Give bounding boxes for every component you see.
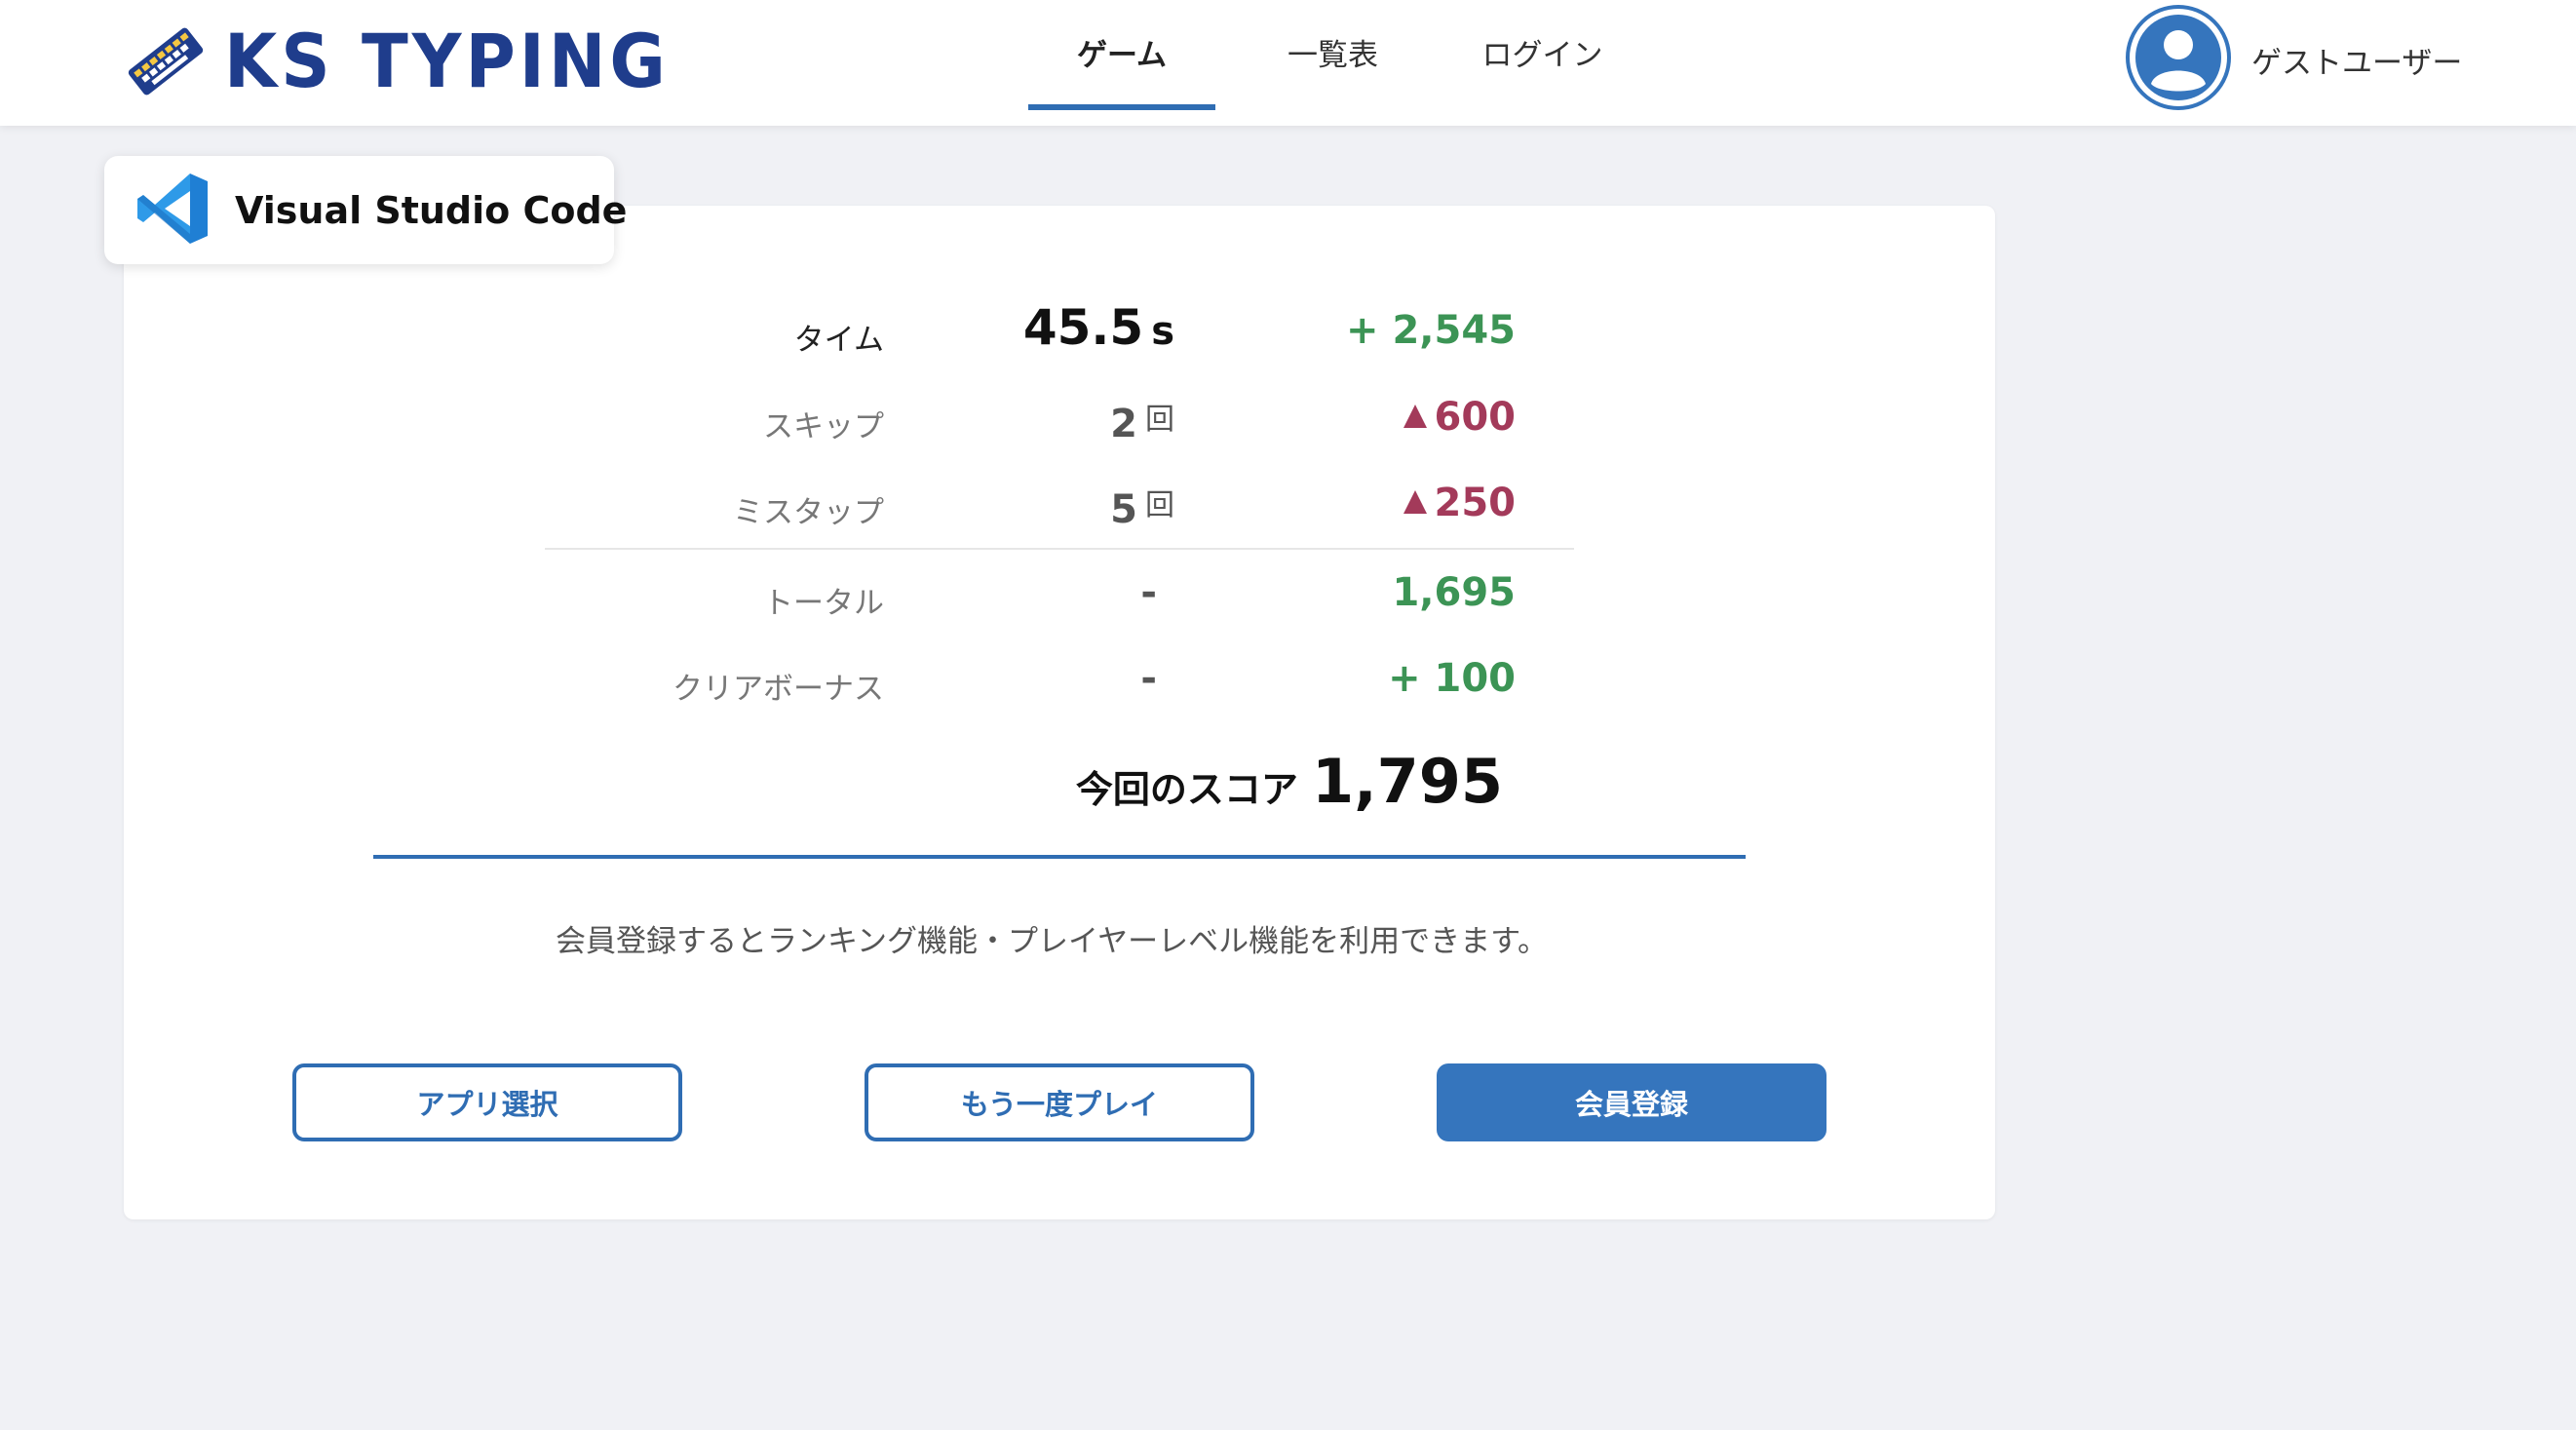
top-header: KS TYPING ゲーム 一覧表 ログイン ゲストユーザー [0, 0, 2576, 126]
avatar-icon [2125, 4, 2232, 115]
row-points-mistap: 250 [1403, 481, 1517, 525]
total-score: 今回のスコア 1,795 [1076, 746, 1503, 817]
row-label-time: タイム [793, 323, 884, 358]
time-unit: s [1151, 309, 1174, 354]
row-divider [545, 548, 1574, 550]
row-label-total: トータル [763, 586, 884, 621]
score-value: 1,795 [1311, 746, 1504, 817]
time-value: 45.5 [1022, 299, 1144, 356]
register-button[interactable]: 会員登録 [1437, 1063, 1826, 1141]
nav-login[interactable]: ログイン [1467, 0, 1618, 111]
row-value-mistap: 5回 [1110, 481, 1174, 532]
mistap-value: 5 [1110, 487, 1137, 532]
score-divider [373, 855, 1746, 859]
minus-triangle-icon [1403, 490, 1427, 514]
row-value-skip: 2回 [1110, 395, 1174, 446]
skip-value: 2 [1110, 402, 1137, 446]
nav-game[interactable]: ゲーム [1028, 0, 1215, 111]
minus-triangle-icon [1403, 405, 1427, 428]
register-notice: 会員登録するとランキング機能・プレイヤーレベル機能を利用できます。 [555, 924, 1549, 959]
row-label-mistap: ミスタップ [733, 495, 884, 530]
row-value-bonus: - [1140, 656, 1157, 701]
row-points-bonus: + 100 [1388, 656, 1516, 701]
replay-button[interactable]: もう一度プレイ [865, 1063, 1254, 1141]
mistap-points: 250 [1434, 481, 1517, 525]
app-name: Visual Studio Code [235, 188, 628, 232]
row-label-bonus: クリアボーナス [673, 672, 884, 707]
row-points-skip: 600 [1403, 395, 1517, 440]
user-menu[interactable]: ゲストユーザー [2125, 4, 2463, 115]
mistap-unit: 回 [1145, 488, 1174, 522]
row-points-time: + 2,545 [1346, 308, 1516, 353]
keyboard-icon [125, 24, 207, 98]
app-select-button[interactable]: アプリ選択 [292, 1063, 682, 1141]
app-tab: Visual Studio Code [104, 156, 627, 264]
nav-active-indicator [1028, 104, 1215, 110]
skip-points: 600 [1434, 395, 1517, 440]
site-logo[interactable]: KS TYPING [125, 18, 670, 105]
skip-unit: 回 [1145, 403, 1174, 437]
user-name: ゲストユーザー [2251, 45, 2463, 81]
row-label-skip: スキップ [763, 409, 884, 444]
vscode-icon [134, 170, 211, 251]
nav-list[interactable]: 一覧表 [1267, 0, 1399, 111]
row-value-time: 45.5 s [1023, 299, 1174, 356]
score-label: 今回のスコア [1075, 768, 1298, 811]
logo-text: KS TYPING [224, 18, 670, 105]
row-points-total: 1,695 [1392, 570, 1516, 615]
row-value-total: - [1140, 570, 1157, 615]
